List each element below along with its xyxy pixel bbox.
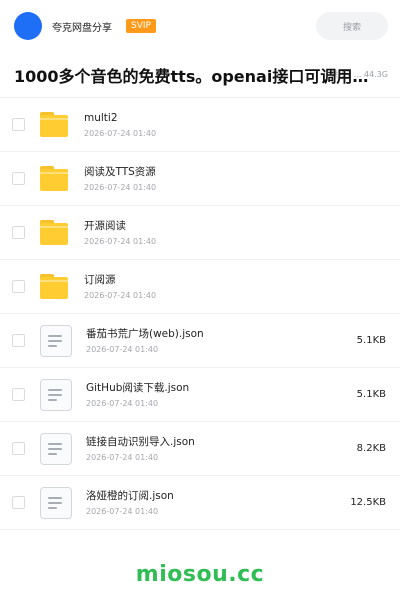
file-date: 2026-07-24 01:40 [84,291,157,300]
list-item[interactable]: 阅读及TTS资源 2026-07-24 01:40 [0,152,400,206]
document-icon [40,324,72,357]
select-checkbox[interactable] [12,442,25,455]
file-size: 5.1KB [356,389,386,400]
share-header: 夸克网盘分享 SVIP 搜索 [0,0,400,52]
avatar[interactable] [14,12,42,40]
select-checkbox[interactable] [12,280,25,293]
list-item[interactable]: 番茄书荒广场(web).json 2026-07-24 01:40 5.1KB [0,314,400,368]
folder-icon [40,110,70,140]
list-item[interactable]: GitHub阅读下载.json 2026-07-24 01:40 5.1KB [0,368,400,422]
file-name: 订阅源 [84,274,116,286]
file-name: 洛娅橙的订阅.json [86,490,174,502]
folder-icon [40,164,70,194]
share-source-name: 夸克网盘分享 [52,22,112,34]
list-item[interactable]: 开源阅读 2026-07-24 01:40 [0,206,400,260]
file-name: 开源阅读 [84,220,126,232]
file-date: 2026-07-24 01:40 [86,345,159,354]
file-date: 2026-07-24 01:40 [84,237,157,246]
share-title: 1000多个音色的免费tts。openai接口可调用。mul… [14,66,380,86]
file-date: 2026-07-24 01:40 [84,129,157,138]
file-name: GitHub阅读下载.json [86,382,190,394]
file-name: multi2 [84,112,118,124]
select-checkbox[interactable] [12,334,25,347]
search-button[interactable]: 搜索 [316,12,388,40]
file-name: 链接自动识别导入.json [86,436,195,448]
watermark: miosou.cc [135,562,265,587]
file-date: 2026-07-24 01:40 [86,507,159,516]
file-size: 8.2KB [356,443,386,454]
file-list: multi2 2026-07-24 01:40 阅读及TTS资源 2026-07… [0,98,400,530]
select-checkbox[interactable] [12,496,25,509]
select-checkbox[interactable] [12,172,25,185]
file-name: 番茄书荒广场(web).json [86,328,204,340]
select-checkbox[interactable] [12,118,25,131]
document-icon [40,486,72,519]
file-size: 5.1KB [356,335,386,346]
list-item[interactable]: 洛娅橙的订阅.json 2026-07-24 01:40 12.5KB [0,476,400,530]
select-checkbox[interactable] [12,226,25,239]
file-date: 2026-07-24 01:40 [84,183,157,192]
folder-icon [40,218,70,248]
file-date: 2026-07-24 01:40 [86,453,159,462]
select-checkbox[interactable] [12,388,25,401]
file-date: 2026-07-24 01:40 [86,399,159,408]
share-title-bar: 1000多个音色的免费tts。openai接口可调用。mul… 共 57 ...… [0,52,400,98]
folder-icon [40,272,70,302]
svip-badge: SVIP [126,19,156,33]
list-item[interactable]: 链接自动识别导入.json 2026-07-24 01:40 8.2KB [0,422,400,476]
list-item[interactable]: 订阅源 2026-07-24 01:40 [0,260,400,314]
list-item[interactable]: multi2 2026-07-24 01:40 [0,98,400,152]
file-name: 阅读及TTS资源 [84,166,156,178]
file-size: 12.5KB [350,497,386,508]
document-icon [40,378,72,411]
document-icon [40,432,72,465]
